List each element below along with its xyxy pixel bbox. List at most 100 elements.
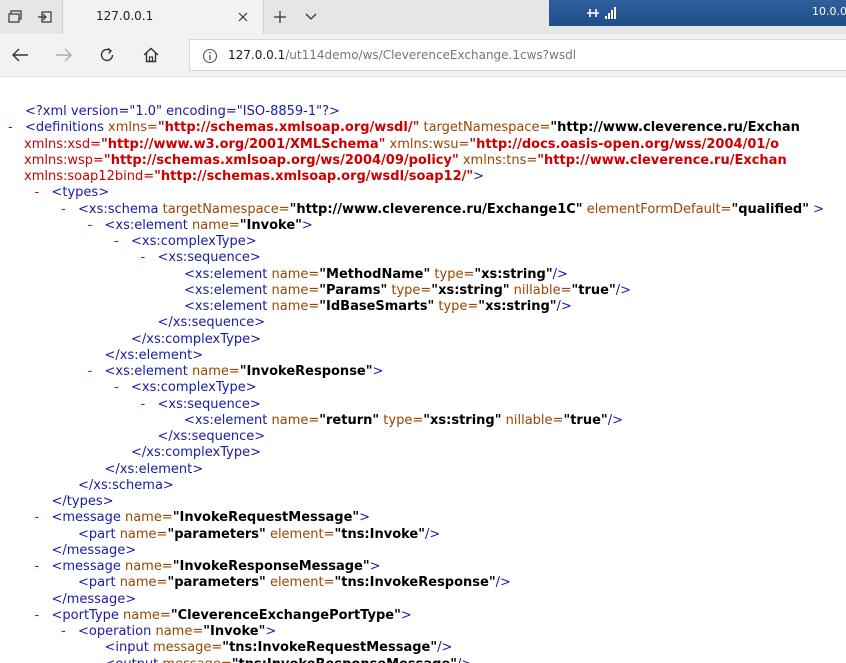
xml-token: "parameters"	[167, 526, 266, 542]
xml-token: />	[425, 526, 441, 542]
xml-line: <input message="tns:InvokeRequestMessage…	[105, 640, 453, 656]
collapse-toggle[interactable]: -	[88, 364, 93, 380]
xml-line: <part name="parameters" element="tns:Inv…	[78, 575, 511, 591]
xml-token: <part	[78, 575, 120, 591]
xml-token: <xs:element	[104, 217, 192, 233]
xml-token: "Invoke"	[203, 624, 266, 639]
xml-token: />	[607, 412, 623, 428]
xml-token: name=	[119, 526, 168, 542]
xml-token: "http://schemas.xmlsoap.org/wsdl/soap12/…	[154, 169, 474, 184]
xml-token: name=	[119, 575, 168, 591]
xml-token: </message>	[51, 542, 137, 558]
xml-line: </xs:element>	[105, 348, 204, 364]
info-icon[interactable]	[202, 48, 218, 64]
collapse-toggle[interactable]: -	[141, 250, 146, 266]
collapse-toggle[interactable]: -	[61, 624, 66, 640]
xml-token: type=	[379, 412, 424, 428]
close-icon[interactable]	[235, 9, 251, 25]
xml-token: "xs:string"	[474, 266, 553, 282]
xml-token: >	[400, 607, 412, 623]
xml-token: targetNamespace=	[162, 201, 290, 217]
forward-arrow-icon[interactable]	[51, 43, 77, 67]
browser-tab[interactable]: 127.0.0.1	[62, 0, 264, 34]
xml-token: >	[265, 624, 277, 639]
xml-token: "tns:Invoke"	[334, 526, 426, 542]
collapse-toggle[interactable]: -	[141, 397, 146, 413]
tab-manage-icon[interactable]	[3, 6, 27, 28]
xml-token: </xs:sequence>	[157, 429, 266, 444]
collapse-toggle[interactable]: -	[8, 120, 13, 136]
xml-line: </types>	[52, 494, 114, 510]
xml-token: "true"	[571, 282, 616, 298]
xml-token: </xs:sequence>	[157, 315, 266, 331]
collapse-toggle[interactable]: -	[35, 559, 40, 575]
refresh-icon[interactable]	[94, 43, 120, 67]
tray-text: 10.0.0	[812, 5, 846, 18]
xml-token: "CleverenceExchangePortType"	[170, 607, 401, 623]
xml-token: message=	[162, 657, 231, 663]
collapse-toggle[interactable]: -	[35, 185, 40, 201]
xml-token: "http://www.w3.org/2001/XMLSchema"	[100, 136, 386, 152]
xml-token: "true"	[563, 412, 608, 428]
xml-line: - <xs:element name="Invoke">	[88, 217, 313, 234]
xml-token: <xs:element	[184, 266, 272, 282]
xml-token: />	[457, 657, 472, 663]
collapse-toggle[interactable]: -	[88, 218, 93, 234]
xml-token: xmlns:wsp=	[24, 152, 104, 168]
xml-line: </message>	[52, 543, 137, 559]
xml-token: xmlns:soap12bind=	[24, 169, 155, 184]
xml-line: </xs:sequence>	[158, 429, 266, 445]
xml-line: - <portType name="CleverenceExchangePortT…	[35, 607, 412, 624]
xml-line: </message>	[52, 592, 137, 608]
xml-token: >	[809, 201, 825, 217]
xml-token: </types>	[51, 494, 114, 509]
xml-token: "http://schemas.xmlsoap.org/wsdl/"	[157, 120, 420, 136]
xml-token: "http://schemas.xmlsoap.org/ws/2004/09/p…	[103, 152, 459, 168]
collapse-toggle[interactable]: -	[114, 380, 119, 396]
xml-token: >	[369, 559, 381, 574]
tab-strip: 127.0.0.1 10.0.0	[0, 0, 846, 34]
set-aside-tabs-icon[interactable]	[33, 6, 57, 28]
collapse-toggle[interactable]: -	[35, 608, 40, 624]
xml-document-view: <?xml version="1.0" encoding="ISO-8859-1…	[0, 77, 846, 663]
xml-line: </xs:complexType>	[131, 332, 261, 348]
xml-line: <?xml version="1.0" encoding="ISO-8859-1…	[25, 104, 340, 120]
xml-token: >	[372, 364, 384, 379]
xml-token: </xs:element>	[104, 461, 204, 477]
xml-token: <xs:element	[104, 364, 192, 379]
xml-token: "tns:InvokeRequestMessage"	[222, 640, 438, 656]
xml-token: />	[437, 640, 453, 656]
xml-line: - <xs:element name="InvokeResponse">	[88, 364, 384, 380]
xml-token: <types>	[51, 185, 110, 201]
address-bar[interactable]: 127.0.0.1/ut114demo/ws/CleverenceExchang…	[189, 39, 846, 71]
xml-line: <xs:element name="Params" type="xs:strin…	[184, 283, 631, 299]
xml-token: <input	[104, 640, 153, 656]
xml-token: type=	[387, 282, 432, 298]
plus-icon[interactable]	[268, 6, 292, 28]
xml-token: name=	[124, 510, 173, 526]
xml-token: name=	[271, 266, 320, 282]
xml-token: </message>	[51, 591, 137, 607]
url-path: /ut114demo/ws/CleverenceExchange.1cws?ws…	[285, 48, 577, 62]
xml-token: "http://www.cleverence.ru/Exchange1C"	[289, 201, 583, 217]
xml-token: >	[301, 217, 313, 233]
xml-token: "InvokeRequestMessage"	[172, 510, 360, 526]
xml-line: </xs:element>	[105, 462, 204, 478]
xml-line: </xs:schema>	[78, 478, 174, 494]
navigation-bar: 127.0.0.1/ut114demo/ws/CleverenceExchang…	[0, 34, 846, 77]
url-host: 127.0.0.1	[228, 48, 286, 62]
xml-token: "xs:string"	[423, 412, 502, 428]
collapse-toggle[interactable]: -	[114, 234, 119, 250]
collapse-toggle[interactable]: -	[35, 510, 40, 526]
xml-line: - <definitions xmlns="http://schemas.xmls…	[8, 120, 800, 136]
xml-token: <xs:element	[184, 412, 272, 428]
chevron-down-icon[interactable]	[299, 6, 323, 28]
xml-token: <output	[105, 657, 163, 663]
xml-line: <xs:element name="return" type="xs:strin…	[184, 413, 623, 429]
back-arrow-icon[interactable]	[7, 43, 33, 67]
xml-token: element=	[265, 526, 335, 542]
xml-token: "xs:string"	[431, 282, 510, 298]
xml-token: <message	[51, 510, 125, 526]
collapse-toggle[interactable]: -	[61, 202, 66, 218]
home-icon[interactable]	[138, 43, 164, 67]
